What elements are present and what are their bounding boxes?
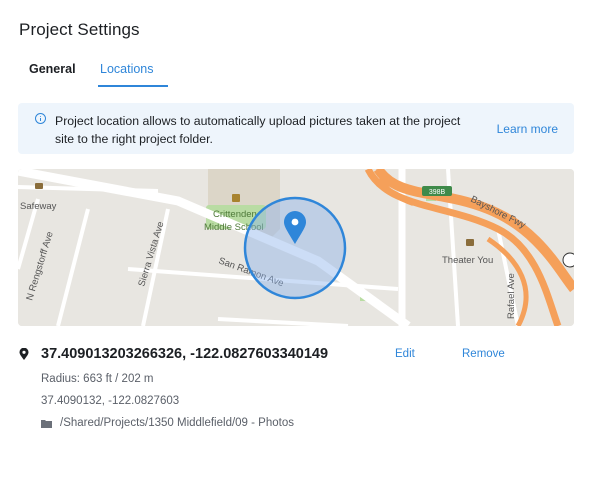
tab-bar: General Locations — [19, 58, 574, 88]
info-banner: Project location allows to automatically… — [18, 103, 574, 154]
page-title: Project Settings — [19, 20, 140, 39]
theater-poi-icon — [466, 239, 474, 246]
tab-locations[interactable]: Locations — [100, 62, 154, 76]
location-radius: Radius: 663 ft / 202 m — [41, 373, 154, 385]
map-label-theater: Theater You — [442, 255, 493, 266]
location-map[interactable]: 398B Safeway Crittenden Middle School N … — [18, 169, 574, 326]
map-label-rafael: Rafael Ave — [506, 273, 517, 319]
learn-more-link[interactable]: Learn more — [497, 122, 558, 136]
map-pin-icon — [19, 348, 29, 360]
remove-location-button[interactable]: Remove — [462, 348, 505, 360]
map-canvas[interactable]: 398B Safeway Crittenden Middle School N … — [18, 169, 574, 326]
map-label-safeway: Safeway — [20, 201, 57, 212]
edit-location-button[interactable]: Edit — [395, 348, 415, 360]
location-coordinates: 37.409013203266326, -122.0827603340149 — [41, 346, 329, 362]
highway-shield-101 — [562, 252, 574, 268]
info-banner-text: Project location allows to automatically… — [55, 114, 461, 146]
shield-398b-label: 398B — [429, 189, 446, 196]
safeway-poi-icon — [35, 183, 43, 189]
info-icon — [35, 113, 46, 124]
folder-path: /Shared/Projects/1350 Middlefield/09 - P… — [60, 417, 294, 429]
folder-icon — [41, 420, 52, 428]
school-poi-icon — [232, 194, 240, 202]
map-label-school-line1: Crittenden — [213, 209, 257, 220]
active-tab-indicator — [98, 85, 168, 87]
location-short-coordinates: 37.4090132, -122.0827603 — [41, 395, 180, 407]
tab-general[interactable]: General — [29, 62, 76, 76]
